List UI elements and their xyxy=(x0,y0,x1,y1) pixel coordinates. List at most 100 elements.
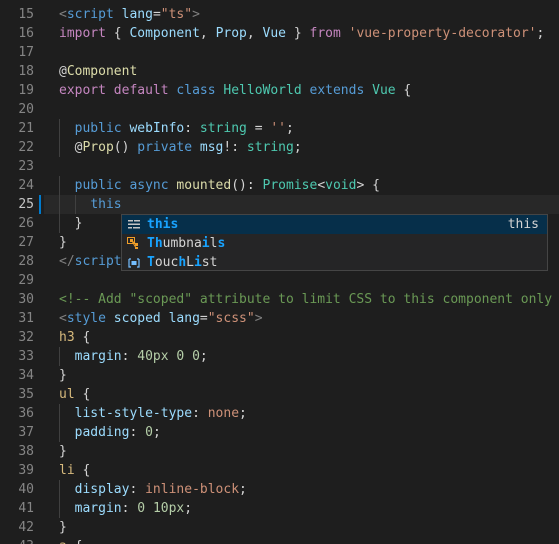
code-line[interactable]: 21 public webInfo: string = ''; xyxy=(0,119,559,138)
code-line[interactable]: 22 @Prop() private msg!: string; xyxy=(0,138,559,157)
code-token: 'vue-property-decorator' xyxy=(348,26,537,41)
code-token: { xyxy=(67,539,83,544)
suggestion-label-part: st xyxy=(201,255,218,270)
code-line[interactable]: 39 li { xyxy=(0,461,559,480)
code-line[interactable]: 33 margin: 40px 0 0; xyxy=(0,347,559,366)
line-number: 25 xyxy=(18,197,34,212)
code-token: 0 xyxy=(192,349,200,364)
code-line[interactable]: 23 xyxy=(0,157,559,176)
code-token: lang xyxy=(168,311,200,326)
code-token: '' xyxy=(270,121,287,136)
code-token: } xyxy=(286,26,310,41)
line-code: h3 { xyxy=(59,328,90,347)
line-code: @Prop() private msg!: string; xyxy=(59,138,302,157)
code-token: } xyxy=(59,520,67,535)
suggestion-list: this this Thumbnails TouchList xyxy=(122,215,547,272)
code-token: <!-- Add "scoped" attribute to limit CSS… xyxy=(59,292,559,307)
line-code: <!-- Add "scoped" attribute to limit CSS… xyxy=(59,290,559,309)
code-token: string xyxy=(246,140,294,155)
code-line[interactable]: 42} xyxy=(0,518,559,537)
code-line[interactable]: 16 import { Component, Prop, Vue } from '… xyxy=(0,24,559,43)
suggestion-label-part: s xyxy=(217,236,226,251)
line-code: <script lang="ts"> xyxy=(59,5,200,24)
code-token: Component xyxy=(129,26,200,41)
line-code: } xyxy=(59,518,67,537)
code-line[interactable]: 19 export default class HelloWorld extend… xyxy=(0,81,559,100)
code-line[interactable]: 30 <!-- Add "scoped" attribute to limit C… xyxy=(0,290,559,309)
code-token: 0 xyxy=(145,425,153,440)
line-code: a { xyxy=(59,537,82,544)
code-token: } xyxy=(59,235,67,250)
code-line[interactable]: 31 <style scoped lang="scss"> xyxy=(0,309,559,328)
code-line[interactable]: 20 xyxy=(0,100,559,119)
line-number: 39 xyxy=(18,463,34,478)
code-token: default xyxy=(113,83,169,98)
code-line[interactable]: 43 a { xyxy=(0,537,559,544)
code-token: = xyxy=(246,121,271,136)
line-number: 23 xyxy=(18,159,34,174)
line-number: 21 xyxy=(18,121,34,136)
code-token: > xyxy=(254,311,263,326)
code-editor[interactable]: 15 <script lang="ts"> 16 import { Component… xyxy=(0,0,559,544)
line-code: } xyxy=(59,442,67,461)
code-token: = xyxy=(199,311,208,326)
code-line[interactable]: 32 h3 { xyxy=(0,328,559,347)
code-token: = xyxy=(152,7,161,22)
code-token: extends xyxy=(309,83,365,98)
line-number: 16 xyxy=(18,26,34,41)
suggestion-item[interactable]: this this xyxy=(122,215,547,234)
code-line[interactable]: 36 list-style-type: none; xyxy=(0,404,559,423)
code-line[interactable]: 41 margin: 0 10px; xyxy=(0,499,559,518)
code-token: string xyxy=(199,121,247,136)
code-line[interactable]: 34} xyxy=(0,366,559,385)
suggestion-label: Thumbnails xyxy=(147,234,225,253)
suggestion-label-part: h xyxy=(178,255,187,270)
code-token: ; xyxy=(239,406,247,421)
code-line[interactable]: 35 ul { xyxy=(0,385,559,404)
line-number: 37 xyxy=(18,425,34,440)
code-token: private xyxy=(137,140,193,155)
code-token: 0 xyxy=(137,501,146,516)
code-line[interactable]: 18 @Component xyxy=(0,62,559,81)
line-number: 20 xyxy=(18,102,34,117)
line-code: public webInfo: string = ''; xyxy=(59,119,294,138)
code-line[interactable]: 38} xyxy=(0,442,559,461)
code-token: < xyxy=(59,7,67,22)
code-line[interactable]: 29 xyxy=(0,271,559,290)
code-token: display xyxy=(74,482,130,497)
code-line[interactable]: 37 padding: 0; xyxy=(0,423,559,442)
code-line[interactable]: 15 <script lang="ts"> xyxy=(0,5,559,24)
code-token: li xyxy=(59,463,75,478)
line-number: 15 xyxy=(18,7,34,22)
line-number: 22 xyxy=(18,140,34,155)
code-token: } xyxy=(59,216,83,231)
code-token: async xyxy=(129,178,169,193)
code-token: </ xyxy=(59,254,75,269)
code-line[interactable]: 24 public async mounted(): Promise<void>… xyxy=(0,176,559,195)
code-line[interactable]: 25 this xyxy=(0,195,559,214)
line-code: display: inline-block; xyxy=(59,480,247,499)
code-token: style xyxy=(66,311,106,326)
line-number: 34 xyxy=(18,368,34,383)
line-code: this xyxy=(59,195,121,214)
code-token: ; xyxy=(239,482,247,497)
line-code: export default class HelloWorld extends … xyxy=(59,81,411,100)
suggestion-item[interactable]: Thumbnails xyxy=(122,234,547,253)
suggestion-item[interactable]: TouchList xyxy=(122,253,547,272)
code-line[interactable]: 40 display: inline-block; xyxy=(0,480,559,499)
code-token: a xyxy=(59,539,67,544)
code-line[interactable]: 17 xyxy=(0,43,559,62)
code-token: , xyxy=(246,26,263,41)
suggestion-label-part: umbna xyxy=(162,236,202,251)
code-token: scoped xyxy=(113,311,161,326)
suggestion-widget[interactable]: this this Thumbnails TouchList xyxy=(121,214,548,271)
code-token: : xyxy=(184,121,200,136)
code-token: inline-block xyxy=(145,482,240,497)
line-number: 36 xyxy=(18,406,34,421)
